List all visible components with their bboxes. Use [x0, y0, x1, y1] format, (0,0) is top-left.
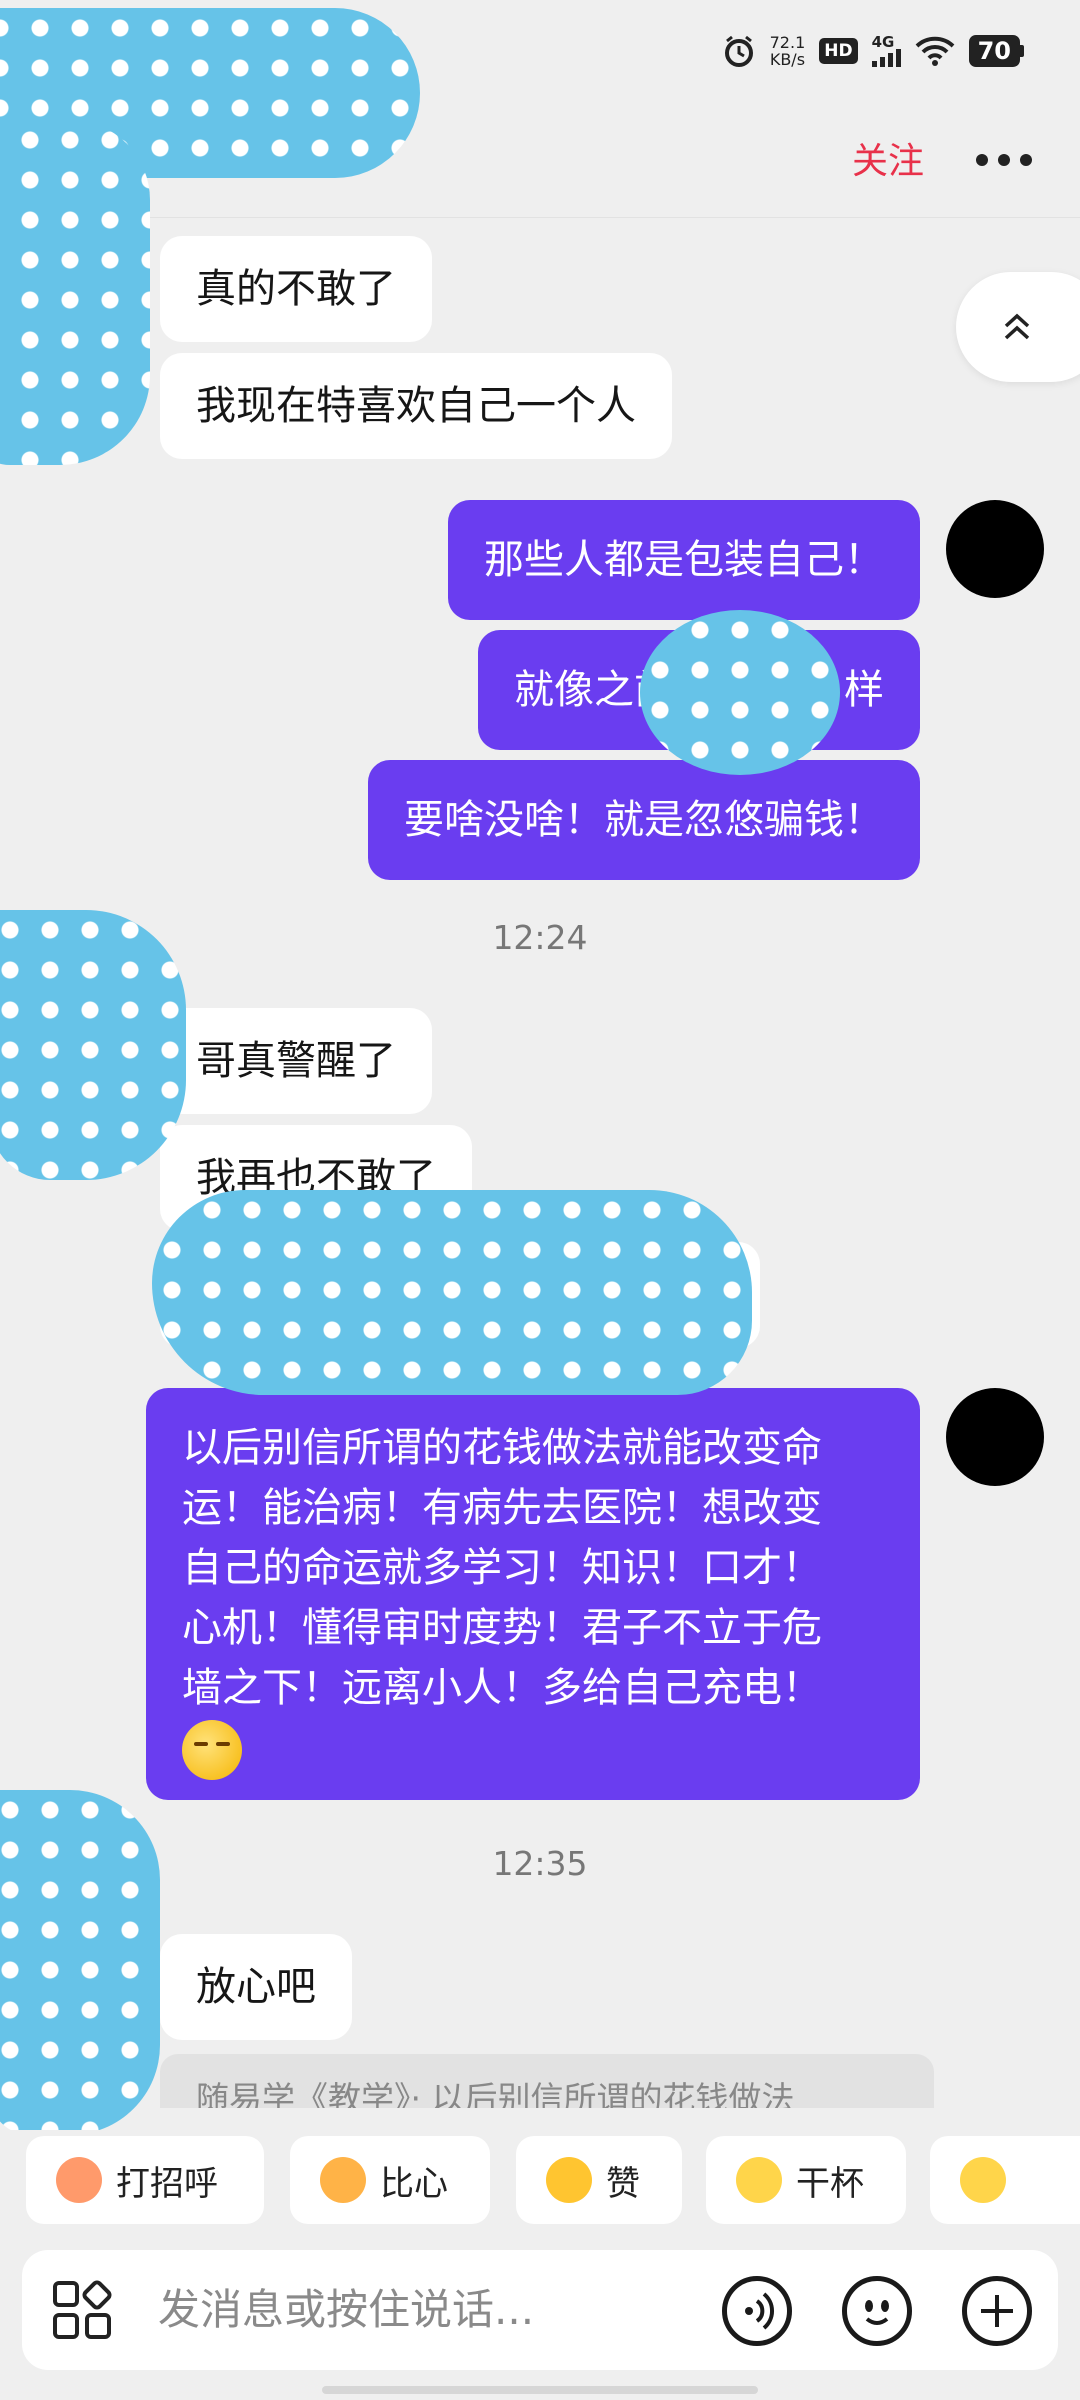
- smiley-face-icon: [865, 2300, 889, 2325]
- wave-hello-icon: [56, 2157, 102, 2203]
- cellular-signal: 4G: [871, 33, 901, 67]
- message-text-part: 样: [844, 667, 884, 713]
- message-line: 墙之下！远离小人！多给自己充电！: [182, 1665, 822, 1711]
- voice-wave-icon: [745, 2292, 775, 2330]
- redaction-overlay: [152, 1190, 752, 1395]
- network-speed: 72.1 KB/s: [770, 34, 806, 68]
- thumbs-up-icon: [546, 2157, 592, 2203]
- status-icons: 72.1 KB/s HD 4G 70: [722, 34, 1024, 68]
- incoming-message[interactable]: 哥真警醒了: [160, 1008, 432, 1114]
- redaction-overlay: [0, 910, 186, 1180]
- plus-icon: [981, 2295, 1013, 2327]
- message-input[interactable]: 发消息或按住说话...: [158, 2280, 638, 2340]
- outgoing-message[interactable]: 那些人都是包装自己！: [448, 500, 920, 620]
- chip-label: 干杯: [796, 2163, 864, 2204]
- quoted-message-preview[interactable]: 随易学《教学》· 以后别信所谓的花钱做法: [160, 2054, 934, 2108]
- chip-label: 赞: [606, 2163, 640, 2204]
- incoming-message[interactable]: 我现在特喜欢自己一个人: [160, 353, 672, 459]
- heart-hands-icon: [320, 2157, 366, 2203]
- emoji-button[interactable]: [842, 2276, 912, 2346]
- network-speed-unit: KB/s: [769, 50, 806, 69]
- avatar[interactable]: [946, 1388, 1044, 1486]
- message-line: 运！能治病！有病先去医院！想改变: [182, 1485, 822, 1531]
- chip-label: 打招呼: [116, 2163, 218, 2204]
- timestamp: 12:35: [492, 1844, 588, 1883]
- apps-grid-icon[interactable]: [52, 2280, 112, 2340]
- outgoing-message[interactable]: 要啥没啥！就是忽悠骗钱！: [368, 760, 920, 880]
- quick-reply-chip[interactable]: 干杯: [706, 2136, 906, 2224]
- wifi-icon: [915, 36, 954, 66]
- hd-badge: HD: [819, 38, 858, 64]
- outgoing-message[interactable]: 以后别信所谓的花钱做法就能改变命 运！能治病！有病先去医院！想改变 自己的命运就…: [146, 1388, 920, 1800]
- battery-level: 70: [968, 35, 1020, 67]
- message-line: 自己的命运就多学习！知识！口才！: [182, 1545, 822, 1591]
- message-line: 心机！懂得审时度势！君子不立于危: [182, 1605, 822, 1651]
- quick-reply-chip[interactable]: 比心: [290, 2136, 490, 2224]
- incoming-message[interactable]: 真的不敢了: [160, 236, 432, 342]
- follow-button[interactable]: 关注: [852, 132, 924, 184]
- quick-reply-chip[interactable]: 打招呼: [26, 2136, 264, 2224]
- message-line: 以后别信所谓的花钱做法就能改变命: [182, 1425, 822, 1471]
- double-chevron-up-icon: [1004, 313, 1030, 340]
- avatar[interactable]: [946, 500, 1044, 598]
- incoming-message[interactable]: 放心吧: [160, 1934, 352, 2040]
- more-options-icon[interactable]: [976, 154, 1032, 166]
- laughing-emoji-icon: [960, 2157, 1006, 2203]
- quick-reply-chip[interactable]: 赞: [516, 2136, 682, 2224]
- message-input-bar: 发消息或按住说话...: [22, 2250, 1058, 2370]
- chip-label: 比心: [380, 2163, 448, 2204]
- smug-emoji-icon: [182, 1720, 242, 1780]
- home-indicator[interactable]: [322, 2386, 758, 2394]
- quick-reply-bar: 打招呼 比心 赞 干杯: [0, 2130, 1080, 2230]
- redaction-overlay: [640, 610, 840, 775]
- alarm-clock-icon: [724, 35, 753, 67]
- network-speed-value: 72.1: [769, 33, 806, 52]
- redaction-overlay: [0, 1790, 160, 2135]
- redaction-overlay: [0, 120, 150, 465]
- signal-bars-icon: [871, 49, 901, 67]
- quick-reply-chip[interactable]: [930, 2136, 1080, 2224]
- scroll-to-top-button[interactable]: [956, 272, 1080, 382]
- voice-button[interactable]: [722, 2276, 792, 2346]
- cheers-icon: [736, 2157, 782, 2203]
- add-attachment-button[interactable]: [962, 2276, 1032, 2346]
- network-type-label: 4G: [871, 33, 895, 51]
- battery-icon: 70: [968, 35, 1024, 67]
